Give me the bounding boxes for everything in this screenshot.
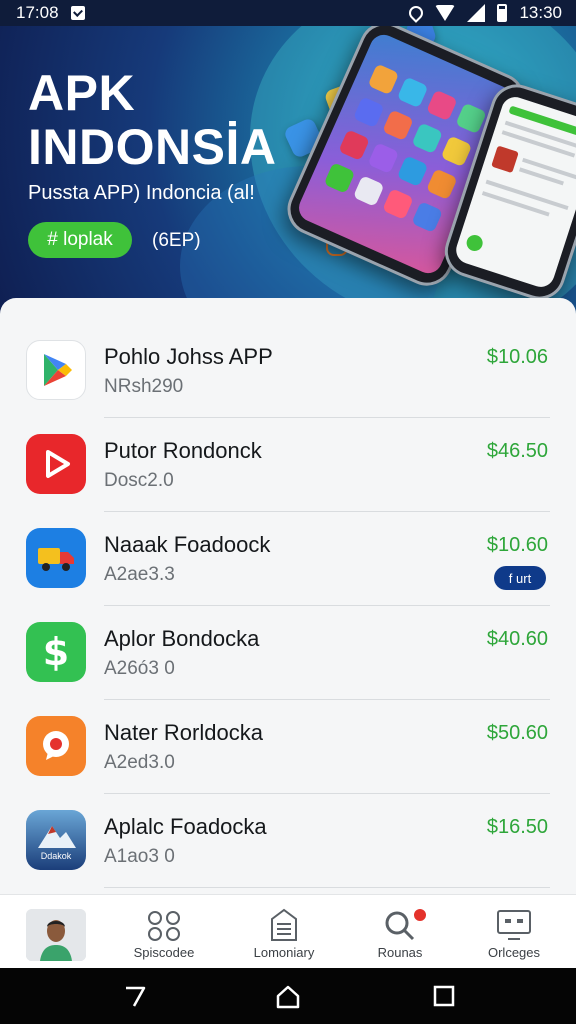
app-name: Naaak Foadoock <box>104 532 271 557</box>
nav-item-spiscodee[interactable]: Spiscodee <box>106 895 222 969</box>
bottom-navigation: Spiscodee Lomoniary Rounas Orlceges <box>0 894 576 968</box>
list-item[interactable]: Pohlo Johss APP NRsh290 $10.06 <box>0 324 576 418</box>
mountain-logo-icon: Ddakok <box>26 810 86 870</box>
battery-icon <box>497 4 508 22</box>
clock-left: 17:08 <box>16 3 59 22</box>
hero-banner: APK INDONSİA Pussta APP) Indoncia (al! #… <box>0 26 576 316</box>
app-price: $10.60 <box>486 534 548 556</box>
app-version: A26ó3 0 <box>104 658 175 679</box>
location-icon <box>406 3 427 23</box>
hero-title-line: INDONSİA <box>28 119 277 175</box>
map-pin-icon <box>26 716 86 776</box>
app-version: A2ed3.0 <box>104 752 175 773</box>
monitor-icon <box>497 910 531 940</box>
app-version: A2ae3.3 <box>104 564 175 585</box>
avatar[interactable] <box>26 909 86 961</box>
notification-icon <box>70 6 85 20</box>
nav-label: Rounas <box>377 945 423 960</box>
app-price: $10.06 <box>486 346 548 368</box>
signal-icon <box>467 4 486 22</box>
list-item[interactable]: Putor Rondonck Dosc2.0 $46.50 <box>0 418 576 512</box>
grid-icon <box>148 911 180 941</box>
status-bar: 17:08 13:30 <box>0 0 576 26</box>
app-name: Nater Rorldocka <box>104 720 263 745</box>
app-price: $50.60 <box>486 722 548 744</box>
icon-caption: Ddakok <box>40 850 72 861</box>
system-navigation <box>0 968 576 1024</box>
delivery-truck-icon <box>26 528 86 588</box>
dollar-icon: $ <box>26 622 86 682</box>
hero-cta-button[interactable]: # loplak <box>28 222 132 258</box>
clock-right: 13:30 <box>519 3 562 22</box>
app-price: $16.50 <box>486 816 548 838</box>
list-item[interactable]: Ddakok Aplalc Foadocka A1ao3 0 $16.50 <box>0 794 576 888</box>
nav-label: Lomoniary <box>253 945 315 960</box>
app-name: Aplalc Foadocka <box>104 814 267 839</box>
hero-title-line: APK <box>28 65 136 121</box>
nav-item-rounas[interactable]: Rounas <box>342 895 458 969</box>
app-version: A1ao3 0 <box>104 846 175 867</box>
status-badge[interactable]: f urt <box>494 566 546 590</box>
list-item[interactable]: Nater Rorldocka A2ed3.0 $50.60 <box>0 700 576 794</box>
hero-tag: (6EP) <box>152 230 201 251</box>
nav-item-orlceges[interactable]: Orlceges <box>456 895 572 969</box>
back-icon[interactable] <box>122 984 148 1010</box>
nav-item-lomoniary[interactable]: Lomoniary <box>226 895 342 969</box>
app-name: Putor Rondonck <box>104 438 262 463</box>
hero-subtitle: Pussta APP) Indoncia (al! <box>28 182 255 204</box>
app-list: Pohlo Johss APP NRsh290 $10.06 Putor Ron… <box>0 298 576 894</box>
app-name: Pohlo Johss APP <box>104 344 273 369</box>
hero-title: APK INDONSİA <box>28 66 276 174</box>
recents-icon[interactable] <box>432 984 456 1008</box>
document-icon <box>271 908 297 941</box>
app-version: Dosc2.0 <box>104 470 174 491</box>
app-price: $46.50 <box>486 440 548 462</box>
home-icon[interactable] <box>275 984 301 1010</box>
row-divider <box>104 887 550 888</box>
play-video-icon <box>26 434 86 494</box>
app-version: NRsh290 <box>104 376 184 397</box>
list-item[interactable]: $ Aplor Bondocka A26ó3 0 $40.60 <box>0 606 576 700</box>
nav-label: Orlceges <box>487 945 541 960</box>
app-name: Aplor Bondocka <box>104 626 260 651</box>
nav-label: Spiscodee <box>133 945 195 960</box>
play-store-icon <box>26 340 86 400</box>
wifi-icon <box>435 5 456 21</box>
list-item[interactable]: Naaak Foadoock A2ae3.3 $10.60 f urt <box>0 512 576 606</box>
notification-badge <box>412 907 428 923</box>
app-price: $40.60 <box>486 628 548 650</box>
